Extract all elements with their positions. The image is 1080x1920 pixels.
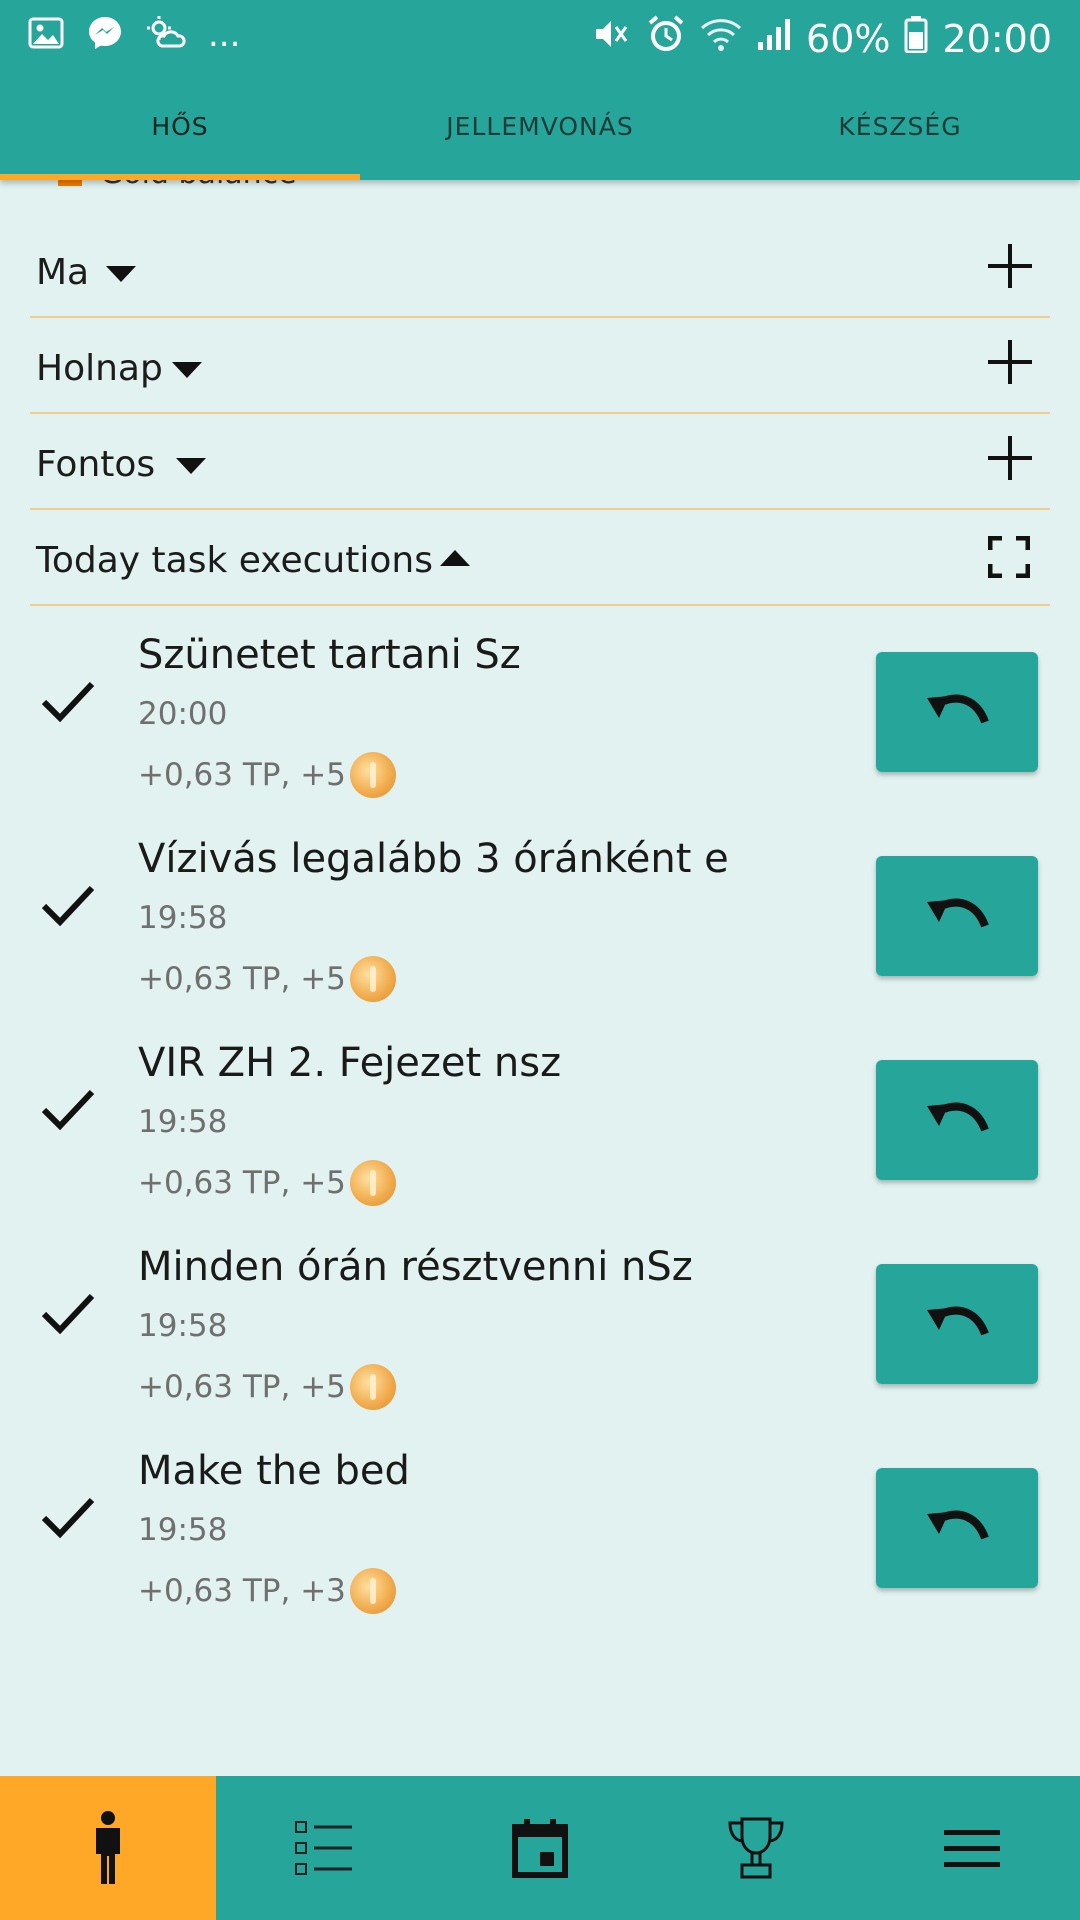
active-tab-indicator <box>0 174 360 180</box>
fullscreen-icon[interactable] <box>987 535 1031 579</box>
task-execution-row: Minden órán résztvenni nSz 19:58 +0,63 T… <box>0 1234 1080 1438</box>
undo-icon <box>927 898 989 928</box>
caret-down-icon[interactable] <box>176 458 206 474</box>
caret-down-icon[interactable] <box>172 362 202 378</box>
section-title: Fontos <box>36 444 156 485</box>
hero-person-icon <box>96 1811 120 1884</box>
undo-icon <box>927 1102 989 1132</box>
undo-button[interactable] <box>876 1468 1038 1588</box>
task-title: Make the bed <box>138 1448 410 1494</box>
nav-calendar[interactable] <box>432 1776 648 1920</box>
add-task-tomorrow-button[interactable] <box>988 340 1032 384</box>
wifi-icon <box>700 16 742 61</box>
trophy-icon <box>728 1817 784 1879</box>
task-title: VIR ZH 2. Fejezet nsz <box>138 1040 562 1086</box>
task-list-icon <box>295 1821 352 1875</box>
undo-button[interactable] <box>876 1060 1038 1180</box>
task-time: 20:00 <box>138 696 228 732</box>
bottom-navigation <box>0 1776 1080 1920</box>
checkmark-icon <box>40 1284 96 1340</box>
nav-menu[interactable] <box>864 1776 1080 1920</box>
caret-up-icon[interactable] <box>440 550 470 566</box>
section-title: Ma <box>36 252 90 293</box>
reward-text: +0,63 TP, +5 <box>138 1369 346 1405</box>
task-execution-row: Szünetet tartani Sz 20:00 +0,63 TP, +5 <box>0 622 1080 826</box>
gold-coin-icon <box>349 1568 396 1614</box>
undo-icon <box>927 1306 989 1336</box>
undo-button[interactable] <box>876 856 1038 976</box>
undo-icon <box>927 1510 989 1540</box>
reward-text: +0,63 TP, +5 <box>138 961 346 997</box>
checkmark-icon <box>40 1488 96 1544</box>
messenger-icon <box>86 14 124 56</box>
checkmark-icon <box>40 1080 96 1136</box>
task-time: 19:58 <box>138 1512 228 1548</box>
undo-button[interactable] <box>876 1264 1038 1384</box>
battery-icon <box>904 15 928 62</box>
tab-hero[interactable]: HŐS <box>0 90 360 180</box>
undo-icon <box>927 694 989 724</box>
gallery-icon <box>28 15 64 55</box>
checkmark-icon <box>40 876 96 932</box>
status-time: 20:00 <box>942 16 1052 61</box>
task-time: 19:58 <box>138 900 228 936</box>
section-today-task-executions[interactable]: Today task executions <box>30 510 1050 606</box>
reward-text: +0,63 TP, +3 <box>138 1573 346 1609</box>
nav-achievements[interactable] <box>648 1776 864 1920</box>
reward-text: +0,63 TP, +5 <box>138 757 346 793</box>
undo-button[interactable] <box>876 652 1038 772</box>
alarm-icon <box>646 14 686 63</box>
status-bar: ... 60% 20:00 <box>0 0 1080 76</box>
task-execution-row: VIR ZH 2. Fejezet nsz 19:58 +0,63 TP, +5 <box>0 1030 1080 1234</box>
tab-skills[interactable]: KÉSZSÉG <box>720 90 1080 180</box>
task-reward: +0,63 TP, +3 <box>138 1568 396 1614</box>
gold-coin-icon <box>349 1160 396 1206</box>
checkmark-icon <box>40 672 96 728</box>
nav-tasks[interactable] <box>216 1776 432 1920</box>
gold-coin-icon <box>349 752 396 798</box>
section-important[interactable]: Fontos <box>30 414 1050 510</box>
task-title: Szünetet tartani Sz <box>138 632 521 678</box>
gold-coin-icon <box>349 1364 396 1410</box>
signal-icon <box>756 16 792 61</box>
task-title: Minden órán résztvenni nSz <box>138 1244 693 1290</box>
weather-icon <box>146 14 186 56</box>
menu-icon <box>944 1830 1000 1867</box>
section-today[interactable]: Ma <box>30 222 1050 318</box>
task-reward: +0,63 TP, +5 <box>138 1364 396 1410</box>
task-title: Vízivás legalább 3 óránként e <box>138 836 729 882</box>
tab-attributes[interactable]: JELLEMVONÁS <box>360 90 720 180</box>
task-execution-row: Vízivás legalább 3 óránként e 19:58 +0,6… <box>0 826 1080 1030</box>
task-execution-row: Make the bed 19:58 +0,63 TP, +3 <box>0 1438 1080 1642</box>
task-reward: +0,63 TP, +5 <box>138 752 396 798</box>
task-time: 19:58 <box>138 1104 228 1140</box>
tab-bar: HŐS JELLEMVONÁS KÉSZSÉG <box>0 90 1080 180</box>
task-reward: +0,63 TP, +5 <box>138 956 396 1002</box>
reward-text: +0,63 TP, +5 <box>138 1165 346 1201</box>
section-tomorrow[interactable]: Holnap <box>30 318 1050 414</box>
calendar-icon <box>512 1819 568 1878</box>
gold-coin-icon <box>349 956 396 1002</box>
nav-hero[interactable] <box>0 1776 216 1920</box>
task-reward: +0,63 TP, +5 <box>138 1160 396 1206</box>
add-task-important-button[interactable] <box>988 436 1032 480</box>
top-app-bar: ... 60% 20:00 HŐS JELLEMVONÁS KÉSZSÉG <box>0 0 1080 180</box>
task-time: 19:58 <box>138 1308 228 1344</box>
battery-percentage: 60% <box>806 16 891 61</box>
mute-icon <box>592 15 632 62</box>
section-title: Today task executions <box>36 540 433 581</box>
section-title: Holnap <box>36 348 163 389</box>
caret-down-icon[interactable] <box>106 266 136 282</box>
more-notifications-indicator: ... <box>208 15 241 55</box>
add-task-today-button[interactable] <box>988 244 1032 288</box>
